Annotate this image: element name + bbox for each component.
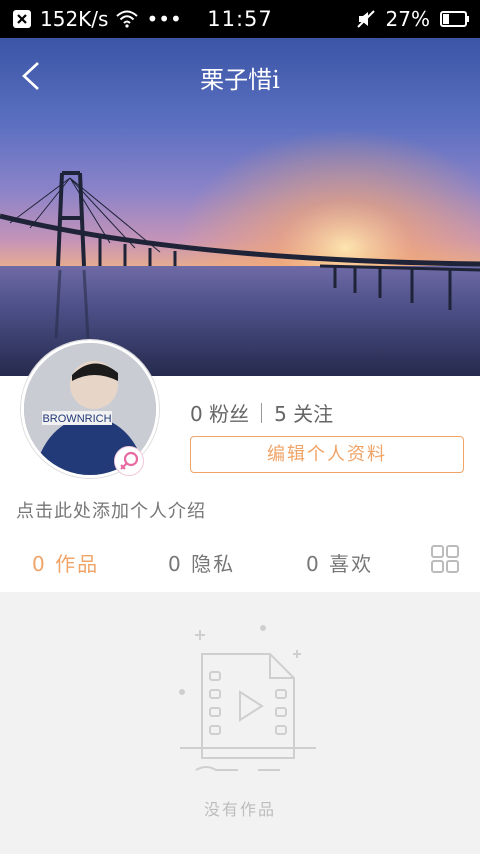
- tab-works[interactable]: 0 作品: [32, 548, 99, 577]
- empty-video-icon: [179, 625, 316, 771]
- status-bar: 152K/s ••• 11:57 27%: [0, 0, 480, 38]
- status-right: 27%: [356, 7, 470, 31]
- edit-profile-button[interactable]: 编辑个人资料: [190, 436, 464, 473]
- avatar-shirt-text: BROWNRICH: [42, 413, 111, 425]
- gender-badge: [114, 446, 144, 476]
- stats-divider: [261, 402, 263, 423]
- tab-private[interactable]: 0 隐私: [168, 548, 235, 577]
- content-tabs: 0 作品 0 隐私 0 喜欢: [0, 540, 480, 592]
- grid-view-button[interactable]: [431, 545, 459, 573]
- tab-likes[interactable]: 0 喜欢: [306, 548, 373, 577]
- empty-state-text: 没有作品: [203, 800, 276, 819]
- battery-percent: 27%: [385, 7, 430, 31]
- battery-icon: [440, 10, 470, 28]
- cover-image[interactable]: 栗子惜i: [0, 38, 480, 376]
- grid-icon: [431, 545, 459, 573]
- follow-stats: 0 粉丝 5 关注: [190, 398, 333, 427]
- mute-icon: [356, 9, 376, 29]
- page-title: 栗子惜i: [200, 66, 280, 94]
- following-count[interactable]: 5 关注: [274, 398, 333, 427]
- intro-placeholder[interactable]: 点击此处添加个人介绍: [16, 497, 206, 523]
- female-icon: [120, 451, 139, 470]
- followers-count[interactable]: 0 粉丝: [190, 398, 249, 427]
